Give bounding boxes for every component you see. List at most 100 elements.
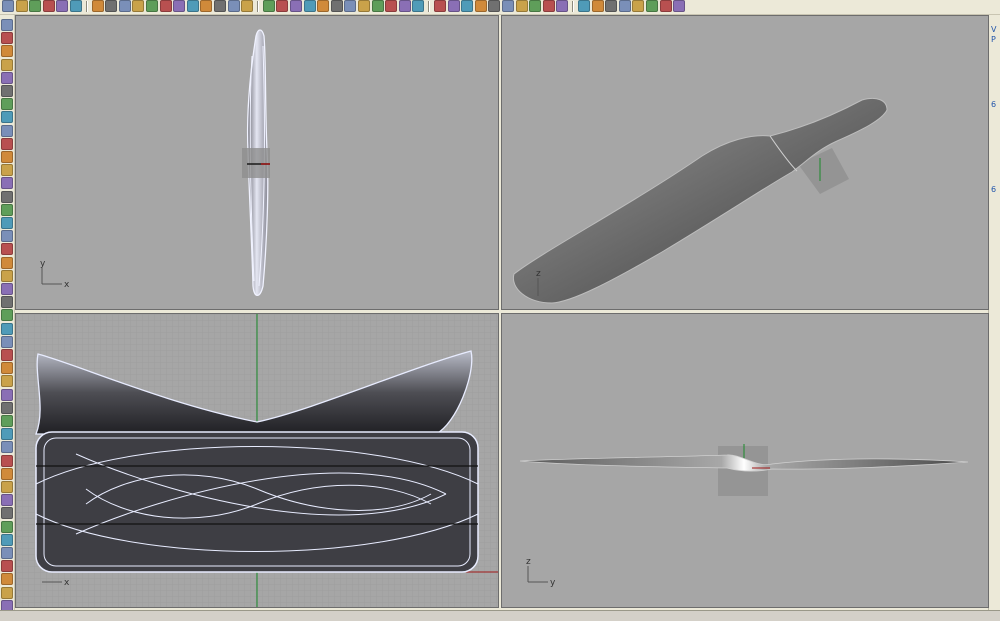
view-9-icon[interactable]: [542, 0, 555, 12]
help-icon[interactable]: [412, 0, 425, 12]
delete-icon[interactable]: [1, 560, 13, 573]
hatch-icon[interactable]: [1, 454, 13, 467]
extrude-icon[interactable]: [1, 177, 13, 190]
open-icon[interactable]: [15, 0, 28, 12]
array-icon[interactable]: [1, 309, 13, 322]
undo-view-icon[interactable]: [241, 0, 254, 12]
shade-icon[interactable]: [358, 0, 370, 12]
analyze-icon[interactable]: [1, 401, 13, 414]
redo-icon[interactable]: [146, 0, 158, 12]
tile-5-icon[interactable]: [632, 0, 645, 12]
loft-icon[interactable]: [1, 164, 13, 177]
transform-icon[interactable]: [1, 283, 13, 295]
tile-2-icon[interactable]: [591, 0, 604, 12]
split-icon[interactable]: [1, 349, 13, 361]
viewport-right[interactable]: z y: [501, 313, 989, 608]
print-icon[interactable]: [42, 0, 55, 12]
view-10-icon[interactable]: [556, 0, 569, 12]
osnap-icon[interactable]: [1, 494, 13, 507]
explode-icon[interactable]: [1, 375, 13, 388]
curve-icon[interactable]: [1, 111, 13, 124]
layer-icon[interactable]: [303, 0, 316, 12]
front-view-icon[interactable]: [447, 0, 460, 12]
tile-8-icon[interactable]: [673, 0, 686, 12]
right-view-icon[interactable]: [461, 0, 474, 12]
propeller-perspective-model[interactable]: [512, 97, 888, 304]
offset-icon[interactable]: [1, 137, 13, 150]
rectangle-icon[interactable]: [1, 58, 13, 71]
propeller-top-model[interactable]: [242, 29, 270, 297]
new-icon[interactable]: [2, 0, 14, 12]
scale-icon[interactable]: [1, 322, 13, 335]
paste-icon[interactable]: [118, 0, 131, 12]
panel-label-p[interactable]: P: [991, 35, 996, 44]
view-8-icon[interactable]: [529, 0, 542, 12]
propeller-right-model[interactable]: [519, 444, 969, 496]
zoom-selected-icon[interactable]: [227, 0, 240, 12]
pan-icon[interactable]: [159, 0, 172, 12]
undo-icon[interactable]: [132, 0, 145, 12]
select-icon[interactable]: [262, 0, 275, 12]
group-icon[interactable]: [1, 388, 13, 401]
circle-icon[interactable]: [1, 71, 13, 84]
panel-label-6a[interactable]: 6: [991, 100, 996, 109]
join-icon[interactable]: [1, 362, 13, 375]
flow-icon[interactable]: [1, 586, 13, 599]
line-icon[interactable]: [1, 45, 13, 58]
zoom-extents-icon[interactable]: [214, 0, 226, 12]
sphere-icon[interactable]: [385, 0, 398, 12]
viewport-front[interactable]: x: [15, 313, 499, 608]
snap-icon[interactable]: [290, 0, 302, 12]
material-icon[interactable]: [330, 0, 343, 12]
trim-icon[interactable]: [1, 335, 13, 348]
cut-icon[interactable]: [91, 0, 104, 12]
mirror-icon[interactable]: [1, 296, 13, 309]
boolean-icon[interactable]: [1, 256, 13, 269]
gumball-icon[interactable]: [1, 520, 13, 533]
dimension-icon[interactable]: [1, 428, 13, 441]
text-icon[interactable]: [1, 441, 13, 454]
left-view-icon[interactable]: [502, 0, 514, 12]
sphere-solid-icon[interactable]: [1, 230, 13, 243]
mesh-icon[interactable]: [1, 269, 13, 282]
box-icon[interactable]: [1, 217, 13, 229]
render-tool-icon[interactable]: [1, 415, 13, 427]
light-icon[interactable]: [317, 0, 330, 12]
block-icon[interactable]: [1, 547, 13, 559]
top-view-icon[interactable]: [434, 0, 446, 12]
bottom-view-icon[interactable]: [488, 0, 501, 12]
rotate-icon[interactable]: [173, 0, 186, 12]
color-wheel-icon[interactable]: [344, 0, 357, 12]
viewport-perspective[interactable]: z: [501, 15, 989, 310]
arc-icon[interactable]: [1, 85, 13, 97]
cylinder-icon[interactable]: [1, 243, 13, 256]
zoom-window-icon[interactable]: [200, 0, 213, 12]
history-icon[interactable]: [1, 533, 13, 546]
grid-tool-icon[interactable]: [1, 507, 13, 520]
cage-icon[interactable]: [1, 573, 13, 586]
zoom-icon[interactable]: [186, 0, 199, 12]
tile-4-icon[interactable]: [618, 0, 631, 12]
persp-view-icon[interactable]: [474, 0, 487, 12]
tile-7-icon[interactable]: [659, 0, 672, 12]
panel-label-6b[interactable]: 6: [991, 185, 996, 194]
revolve-icon[interactable]: [1, 203, 13, 216]
ellipse-icon[interactable]: [1, 98, 13, 111]
back-view-icon[interactable]: [515, 0, 528, 12]
tile-1-icon[interactable]: [578, 0, 590, 12]
tile-6-icon[interactable]: [646, 0, 658, 12]
point-icon[interactable]: [1, 19, 13, 31]
export-icon[interactable]: [70, 0, 82, 12]
render-icon[interactable]: [371, 0, 384, 12]
save-icon[interactable]: [29, 0, 42, 12]
sweep-icon[interactable]: [1, 190, 13, 203]
surface-icon[interactable]: [1, 151, 13, 163]
layers-tool-icon[interactable]: [1, 481, 13, 493]
viewport-top[interactable]: y x: [15, 15, 499, 310]
options-icon[interactable]: [398, 0, 411, 12]
tile-3-icon[interactable]: [605, 0, 618, 12]
fillet-icon[interactable]: [1, 124, 13, 137]
twist-icon[interactable]: [1, 599, 13, 610]
panel-label-v[interactable]: V: [991, 25, 996, 34]
polyline-icon[interactable]: [1, 32, 13, 45]
